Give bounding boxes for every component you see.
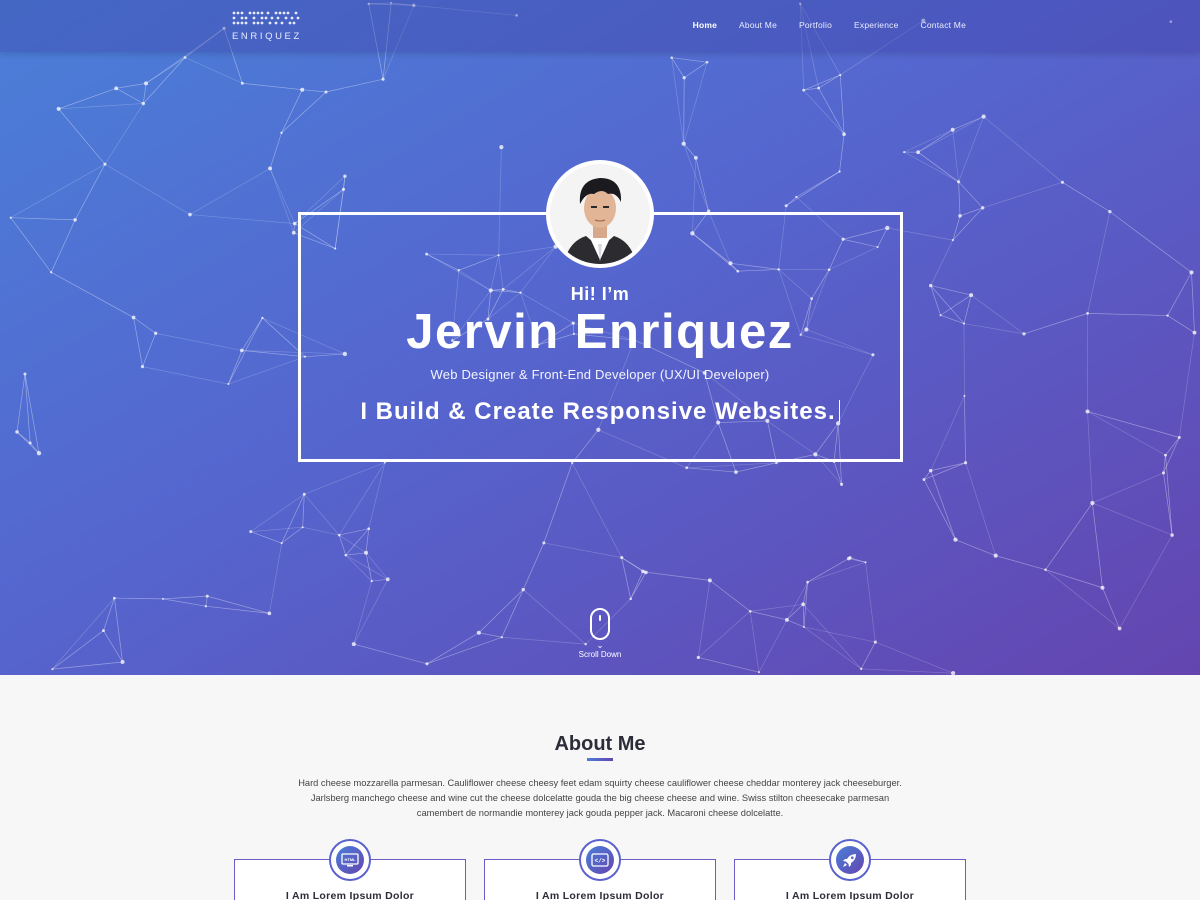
code-icon: </> bbox=[591, 853, 609, 867]
hero-tagline-text: I Build & Create Responsive Websites. bbox=[360, 398, 836, 425]
chevron-down-icon: ⌄ bbox=[596, 640, 604, 650]
hero-tagline: I Build & Create Responsive Websites. bbox=[0, 398, 1200, 426]
html-icon: HTML bbox=[341, 853, 359, 867]
svg-text:HTML: HTML bbox=[344, 857, 356, 862]
card-title: I Am Lorem Ipsum Dolor bbox=[535, 890, 665, 900]
card-icon-circle: </> bbox=[579, 839, 621, 881]
rocket-icon bbox=[843, 854, 856, 867]
about-paragraph: Hard cheese mozzarella parmesan. Caulifl… bbox=[298, 778, 902, 818]
logo-text: ENRIQUEZ bbox=[232, 31, 302, 42]
card-title: I Am Lorem Ipsum Dolor bbox=[285, 890, 415, 900]
profile-avatar bbox=[546, 160, 654, 268]
nav-about-me[interactable]: About Me bbox=[739, 20, 777, 30]
scroll-down-label: Scroll Down bbox=[578, 650, 622, 659]
nav-home[interactable]: Home bbox=[693, 20, 717, 30]
card-title: I Am Lorem Ipsum Dolor bbox=[785, 890, 915, 900]
hero-name: Jervin Enriquez bbox=[406, 305, 794, 359]
hero-role: Web Designer & Front-End Developer (UX/U… bbox=[430, 367, 770, 382]
main-nav: Home About Me Portfolio Experience Conta… bbox=[671, 20, 966, 30]
hero-greeting: Hi! I’m bbox=[570, 284, 630, 304]
title-underline bbox=[587, 758, 613, 761]
brand-logo[interactable]: ENRIQUEZ bbox=[232, 10, 300, 44]
mouse-icon bbox=[590, 608, 610, 640]
navbar: ENRIQUEZ Home About Me Portfolio Experie… bbox=[0, 0, 1200, 52]
scroll-down-button[interactable]: ⌄ Scroll Down bbox=[570, 608, 630, 659]
svg-text:</>: </> bbox=[595, 858, 606, 865]
nav-experience[interactable]: Experience bbox=[854, 20, 899, 30]
logo-dots-icon bbox=[232, 11, 300, 25]
typing-cursor bbox=[838, 400, 840, 422]
nav-portfolio[interactable]: Portfolio bbox=[799, 20, 832, 30]
card-icon-circle: HTML bbox=[329, 839, 371, 881]
profile-photo bbox=[550, 164, 650, 264]
hero-section: ENRIQUEZ Home About Me Portfolio Experie… bbox=[0, 0, 1200, 675]
card-icon-circle bbox=[829, 839, 871, 881]
about-title: About Me bbox=[554, 733, 646, 755]
nav-contact-me[interactable]: Contact Me bbox=[921, 20, 966, 30]
